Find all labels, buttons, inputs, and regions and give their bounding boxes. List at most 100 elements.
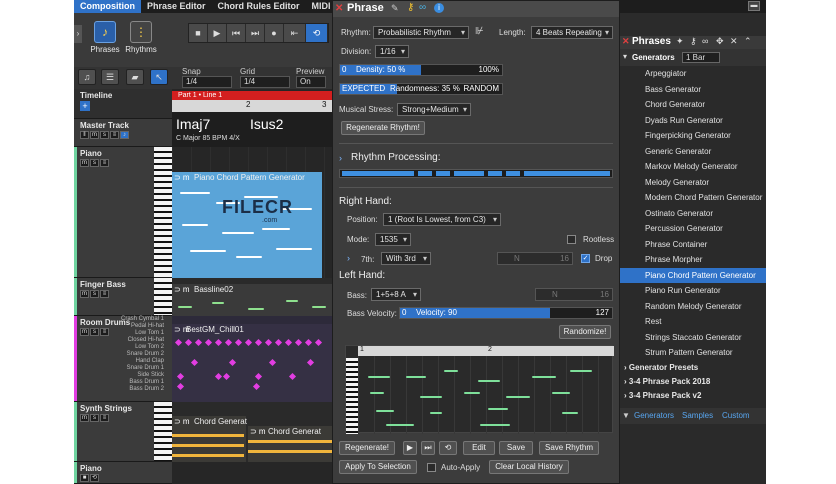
record-icon[interactable]: ● xyxy=(265,24,284,42)
chord-imaj7[interactable]: Imaj7 xyxy=(176,116,210,132)
bass-solo-button[interactable]: s xyxy=(90,290,99,298)
wrench-icon[interactable]: ✦ xyxy=(676,36,684,47)
tab-custom[interactable]: Custom xyxy=(722,411,750,420)
bass-velocity-slider[interactable]: 0 Velocity: 90 127 xyxy=(399,307,613,319)
collapse-arrow-icon[interactable]: › xyxy=(74,25,82,43)
list-item[interactable]: Phrase Container xyxy=(620,237,766,253)
drum-clip[interactable]: ⊃ m BestGM_Chill01 xyxy=(172,324,332,402)
list-item[interactable]: Piano Chord Pattern Generator xyxy=(620,267,766,283)
list-item[interactable]: Chord Generator xyxy=(620,97,766,113)
auto-apply-checkbox[interactable] xyxy=(427,463,436,472)
seventh-n-field[interactable]: N 16 xyxy=(497,252,573,265)
piano-mute-button[interactable]: m xyxy=(80,159,89,167)
list-item[interactable]: Percussion Generator xyxy=(620,221,766,237)
note-tool-icon[interactable]: ♫ xyxy=(78,69,96,85)
tab-composition[interactable]: Composition xyxy=(74,0,141,13)
preview-select[interactable]: On xyxy=(296,76,326,88)
list-item[interactable]: Markov Melody Generator xyxy=(620,159,766,175)
piano2-loop-button[interactable]: ⟲ xyxy=(90,474,99,482)
bass-clip[interactable]: ⊃ m Bassline02 xyxy=(172,284,332,316)
skip-forward-icon[interactable]: ⏭ xyxy=(246,24,265,42)
save-button[interactable]: Save xyxy=(499,441,533,455)
tab-generators[interactable]: Generators xyxy=(634,411,674,420)
stress-select[interactable]: Strong+Medium xyxy=(397,103,471,116)
strings-list-icon[interactable]: ≡ xyxy=(100,414,109,422)
expand-rhythm-processing-icon[interactable]: › xyxy=(339,153,342,163)
list-item[interactable]: Arpeggiator xyxy=(620,66,766,82)
phrases-button[interactable]: ♪ Phrases xyxy=(88,21,122,54)
track-finger-bass[interactable]: Finger Bass m s ≡ xyxy=(74,278,172,316)
regenerate-rhythm-button[interactable]: Regenerate Rhythm! xyxy=(341,121,425,135)
list-tool-icon[interactable]: ☰ xyxy=(101,69,119,85)
chord-isus2[interactable]: Isus2 xyxy=(250,116,283,132)
list-item[interactable]: Ostinato Generator xyxy=(620,206,766,222)
bass-mute-button[interactable]: m xyxy=(80,290,89,298)
list-item[interactable]: Phrase Morpher xyxy=(620,252,766,268)
drop-checkbox[interactable]: ✓ xyxy=(581,254,590,263)
strings-mute-button[interactable]: m xyxy=(80,414,89,422)
preview-play-icon[interactable]: ▶ xyxy=(403,441,417,455)
bass-n-field[interactable]: N 16 xyxy=(535,288,613,301)
length-select[interactable]: 4 Beats Repeating xyxy=(531,26,613,39)
close-icon[interactable]: ✕ xyxy=(335,3,343,14)
master-solo-button[interactable]: s xyxy=(100,131,109,139)
pointer-tool-icon[interactable]: ↖ xyxy=(150,69,168,85)
tab-chord-rules-editor[interactable]: Chord Rules Editor xyxy=(212,0,306,13)
randomness-slider[interactable]: EXPECTED Randomness: 35 % RANDOM xyxy=(339,83,503,95)
panel-key-icon[interactable]: ⚷ xyxy=(690,36,697,47)
panel-x-icon[interactable]: ✕ xyxy=(730,36,738,47)
randomize-button[interactable]: Randomize! xyxy=(559,325,611,339)
piano-list-icon[interactable]: ≡ xyxy=(100,159,109,167)
rootless-checkbox[interactable] xyxy=(567,235,576,244)
list-item[interactable]: Bass Generator xyxy=(620,82,766,98)
return-icon[interactable]: ⇤ xyxy=(284,24,306,42)
list-item[interactable]: Fingerpicking Generator xyxy=(620,128,766,144)
key-icon[interactable]: ⚷ xyxy=(407,2,414,13)
track-piano-2[interactable]: Piano ■ ⟲ xyxy=(74,462,172,484)
master-mute-button[interactable]: m xyxy=(90,131,99,139)
apply-to-selection-button[interactable]: Apply To Selection xyxy=(339,460,417,474)
bass-list-icon[interactable]: ≡ xyxy=(100,290,109,298)
tab-samples[interactable]: Samples xyxy=(682,411,713,420)
play-icon[interactable]: ▶ xyxy=(208,24,227,42)
seventh-select[interactable]: With 3rd xyxy=(381,252,431,265)
add-track-icon[interactable]: + xyxy=(80,101,90,111)
list-item[interactable]: Piano Run Generator xyxy=(620,283,766,299)
master-volume-icon[interactable]: ♪ xyxy=(120,131,129,139)
list-item[interactable]: Modern Chord Pattern Generator xyxy=(620,190,766,206)
panel-link-icon[interactable]: ∞ xyxy=(702,36,708,46)
division-select[interactable]: 1/16 xyxy=(375,45,409,58)
density-slider[interactable]: 0 Density: 50 % 100% xyxy=(339,64,503,76)
drums-list-icon[interactable]: ≡ xyxy=(100,328,109,336)
filter-icon[interactable]: ▼ xyxy=(622,411,630,420)
list-item[interactable]: Melody Generator xyxy=(620,175,766,191)
list-item[interactable]: Strings Staccato Generator xyxy=(620,330,766,346)
rhythm-select[interactable]: Probabilistic Rhythm xyxy=(373,26,469,39)
bass-select[interactable]: 1+5+8 A xyxy=(371,288,421,301)
window-icon[interactable]: ▬ xyxy=(748,1,760,11)
panel-move-icon[interactable]: ✥ xyxy=(716,36,724,47)
eraser-tool-icon[interactable]: ▰ xyxy=(126,69,144,85)
drums-mute-button[interactable]: m xyxy=(80,328,89,336)
timeline-marker[interactable]: Part 1 • Line 1 xyxy=(172,91,332,100)
list-item[interactable]: Dyads Run Generator xyxy=(620,113,766,129)
chord-track[interactable]: Imaj7 Isus2 C Major 85 BPM 4/X xyxy=(172,112,332,147)
piano2-stop-button[interactable]: ■ xyxy=(80,474,89,482)
group-phrase-pack-2018[interactable]: › 3-4 Phrase Pack 2018 xyxy=(620,375,766,389)
expand-seventh-icon[interactable]: › xyxy=(347,253,350,263)
edit-button[interactable]: Edit xyxy=(463,441,495,455)
master-list-icon[interactable]: ≡ xyxy=(110,131,119,139)
master-pause-icon[interactable]: ‖ xyxy=(80,131,89,139)
track-room-drums[interactable]: Room Drums m s ≡ Crash Cymbal 1 Pedal Hi-h… xyxy=(74,316,172,402)
link-icon[interactable]: ∞ xyxy=(419,2,426,13)
generators-header[interactable]: ▾ Generators 1 Bar xyxy=(620,49,766,66)
rhythm-edit-icon[interactable]: ⊮ xyxy=(475,26,484,37)
strings-solo-button[interactable]: s xyxy=(90,414,99,422)
skip-back-icon[interactable]: ⏮ xyxy=(227,24,246,42)
track-master[interactable]: Master Track ‖ m s ≡ ♪ xyxy=(74,119,172,147)
grid-select[interactable]: 1/4 xyxy=(240,76,290,88)
save-rhythm-button[interactable]: Save Rhythm xyxy=(539,441,599,455)
mode-select[interactable]: 1535 xyxy=(375,233,411,246)
clear-local-history-button[interactable]: Clear Local History xyxy=(489,460,569,474)
list-item[interactable]: Generic Generator xyxy=(620,144,766,160)
